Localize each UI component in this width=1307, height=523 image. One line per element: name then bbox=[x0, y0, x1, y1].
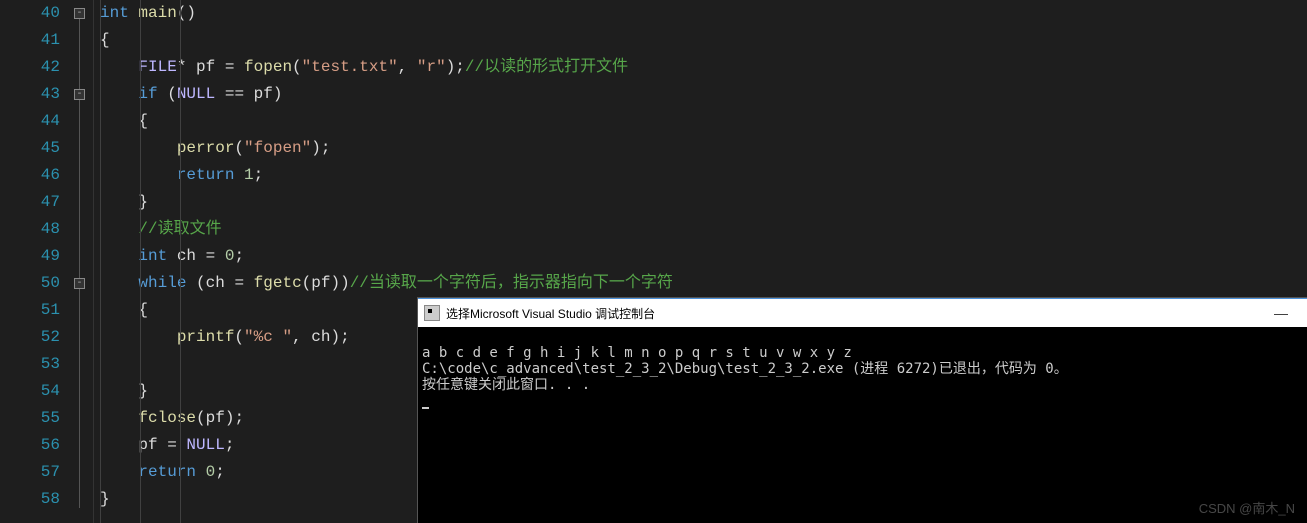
fold-toggle-icon[interactable]: - bbox=[74, 89, 85, 100]
debug-console-window[interactable]: 选择Microsoft Visual Studio 调试控制台 — a b c … bbox=[418, 298, 1307, 523]
line-number-gutter: 40 41 42 43 44 45 46 47 48 49 50 51 52 5… bbox=[0, 0, 70, 523]
code-line[interactable]: while (ch = fgetc(pf))//当读取一个字符后，指示器指向下一… bbox=[100, 270, 1307, 297]
code-line[interactable]: { bbox=[100, 108, 1307, 135]
line-number: 55 bbox=[0, 405, 60, 432]
console-title: 选择Microsoft Visual Studio 调试控制台 bbox=[446, 305, 655, 322]
code-line[interactable]: int main() bbox=[100, 0, 1307, 27]
fold-toggle-icon[interactable]: - bbox=[74, 8, 85, 19]
code-line[interactable]: FILE* pf = fopen("test.txt", "r");//以读的形… bbox=[100, 54, 1307, 81]
line-number: 47 bbox=[0, 189, 60, 216]
line-number: 49 bbox=[0, 243, 60, 270]
line-number: 53 bbox=[0, 351, 60, 378]
code-line[interactable]: int ch = 0; bbox=[100, 243, 1307, 270]
console-app-icon bbox=[424, 305, 440, 321]
line-number: 54 bbox=[0, 378, 60, 405]
console-line: a b c d e f g h i j k l m n o p q r s t … bbox=[422, 345, 852, 361]
line-number: 46 bbox=[0, 162, 60, 189]
fold-toggle-icon[interactable]: - bbox=[74, 278, 85, 289]
console-output[interactable]: a b c d e f g h i j k l m n o p q r s t … bbox=[418, 327, 1307, 411]
line-number: 44 bbox=[0, 108, 60, 135]
code-line[interactable]: //读取文件 bbox=[100, 216, 1307, 243]
line-number: 50 bbox=[0, 270, 60, 297]
console-line: C:\code\c_advanced\test_2_3_2\Debug\test… bbox=[422, 361, 1068, 377]
code-line[interactable]: perror("fopen"); bbox=[100, 135, 1307, 162]
code-line[interactable]: if (NULL == pf) bbox=[100, 81, 1307, 108]
line-number: 52 bbox=[0, 324, 60, 351]
console-titlebar[interactable]: 选择Microsoft Visual Studio 调试控制台 — bbox=[418, 299, 1307, 327]
line-number: 45 bbox=[0, 135, 60, 162]
line-number: 57 bbox=[0, 459, 60, 486]
console-cursor bbox=[422, 407, 429, 409]
minimize-button[interactable]: — bbox=[1261, 305, 1301, 321]
line-number: 51 bbox=[0, 297, 60, 324]
line-number: 41 bbox=[0, 27, 60, 54]
code-line[interactable]: { bbox=[100, 27, 1307, 54]
code-line[interactable]: return 1; bbox=[100, 162, 1307, 189]
line-number: 48 bbox=[0, 216, 60, 243]
fold-column[interactable]: - - - bbox=[70, 0, 94, 523]
console-line: 按任意键关闭此窗口. . . bbox=[422, 377, 590, 393]
line-number: 58 bbox=[0, 486, 60, 513]
line-number: 43 bbox=[0, 81, 60, 108]
line-number: 56 bbox=[0, 432, 60, 459]
line-number: 42 bbox=[0, 54, 60, 81]
line-number: 40 bbox=[0, 0, 60, 27]
code-line[interactable]: } bbox=[100, 189, 1307, 216]
